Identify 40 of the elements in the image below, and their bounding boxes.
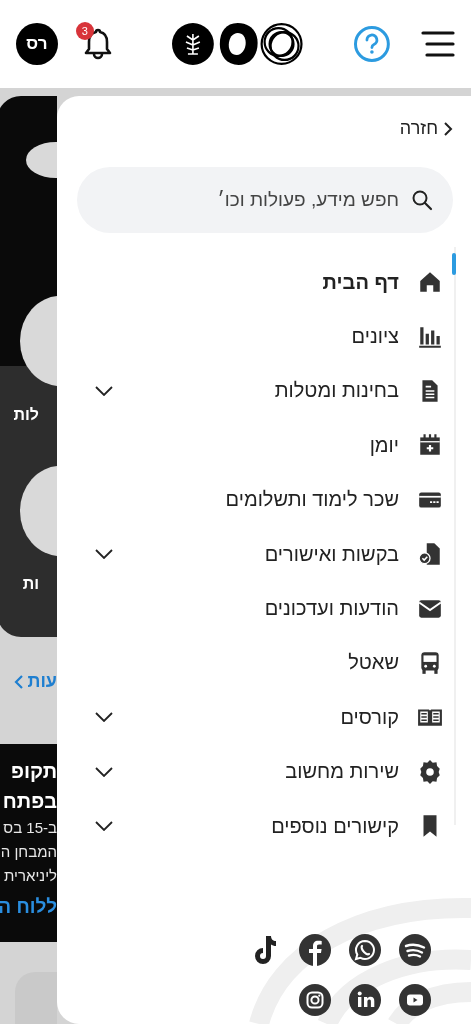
menu-item[interactable]: קורסים bbox=[77, 690, 443, 745]
menu-item[interactable]: יומן bbox=[77, 418, 443, 473]
chevron-icon bbox=[443, 120, 453, 137]
news-text: ליניארית bbox=[4, 866, 57, 886]
menu-item[interactable]: בקשות ואישורים bbox=[77, 526, 443, 582]
whatsapp-icon[interactable] bbox=[349, 934, 381, 966]
menu-item[interactable]: קישורים נוספים bbox=[77, 798, 443, 854]
news-title: בפתח bbox=[2, 789, 57, 814]
scrollbar-thumb[interactable] bbox=[452, 253, 456, 275]
notification-badge: 3 bbox=[75, 22, 94, 40]
back-link[interactable]: חזרה bbox=[399, 118, 453, 139]
news-title: תקופ bbox=[10, 759, 57, 784]
instagram-icon[interactable] bbox=[299, 984, 331, 1016]
notifications-button[interactable]: 3 bbox=[77, 24, 118, 64]
card-label: ות bbox=[22, 575, 39, 593]
menu-item[interactable]: שכר לימוד ותשלומים bbox=[77, 472, 443, 527]
menu-button[interactable] bbox=[421, 30, 455, 58]
chevron-left-icon bbox=[13, 674, 24, 689]
facebook-icon[interactable] bbox=[299, 934, 331, 966]
menu-item[interactable]: שאטל bbox=[77, 635, 443, 691]
youtube-icon[interactable] bbox=[399, 984, 431, 1016]
help-icon[interactable] bbox=[353, 25, 391, 63]
search-field[interactable]: חפש מידע, פעולות וכו׳ bbox=[77, 167, 453, 233]
menu-item[interactable]: דף הבית bbox=[77, 255, 443, 310]
menu-item[interactable]: בחינות ומטלות bbox=[77, 363, 443, 419]
card-label: לות bbox=[13, 406, 39, 424]
user-avatar[interactable]: רס bbox=[16, 23, 58, 65]
menu-icon bbox=[421, 30, 455, 58]
menu-item[interactable]: שירות מחשוב bbox=[77, 744, 443, 799]
linkedin-icon[interactable] bbox=[349, 984, 381, 1016]
news-link[interactable]: ללוח ה bbox=[0, 896, 57, 918]
menu-item[interactable]: הודעות ועדכונים bbox=[77, 581, 443, 636]
search-icon bbox=[411, 189, 433, 211]
menu-item[interactable]: ציונים bbox=[77, 309, 443, 364]
document-check-icon bbox=[417, 541, 443, 568]
card-background bbox=[15, 972, 57, 1024]
spotify-icon[interactable] bbox=[399, 934, 431, 966]
gear-icon bbox=[417, 758, 443, 785]
news-text: המבחן ה bbox=[0, 842, 57, 862]
news-text: ב-15 בס bbox=[3, 818, 57, 838]
